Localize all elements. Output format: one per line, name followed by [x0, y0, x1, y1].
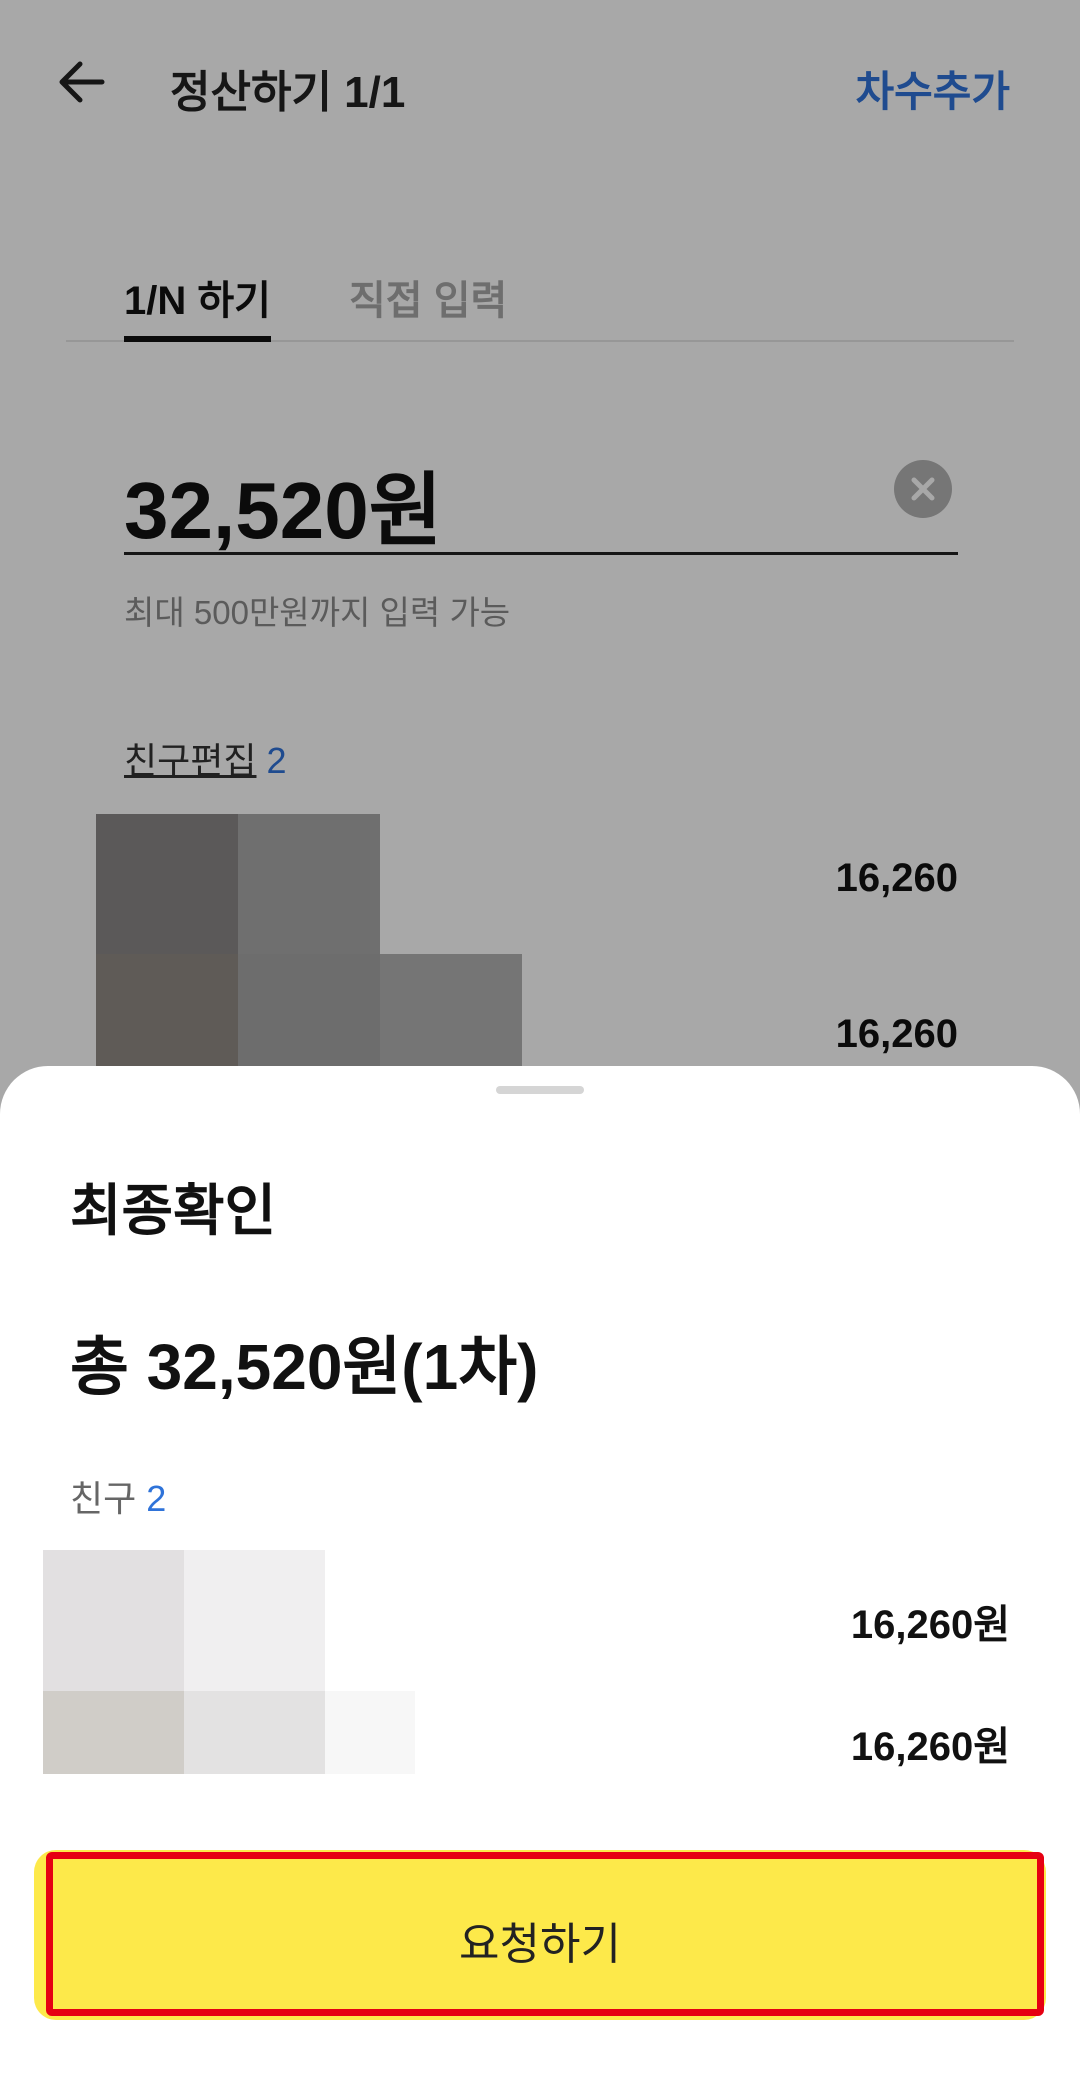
- friend-avatar-blurred: [43, 1550, 184, 1691]
- friend-amount: 16,260원: [850, 1603, 1010, 1647]
- friend-amount: 16,260원: [850, 1725, 1010, 1769]
- friend-name-blurred: [184, 1691, 325, 1774]
- highlight-annotation-box: [46, 1852, 1044, 2016]
- friends-heading: 친구 2: [70, 1470, 166, 1522]
- sheet-drag-handle[interactable]: [496, 1086, 584, 1094]
- friends-count: 2: [146, 1478, 167, 1519]
- friend-avatar-blurred: [43, 1691, 184, 1774]
- total-amount: 총 32,520원(1차): [70, 1331, 539, 1403]
- friend-name-blurred: [325, 1691, 415, 1774]
- friends-label: 친구: [70, 1478, 137, 1519]
- sheet-title: 최종확인: [70, 1179, 277, 1242]
- friend-name-blurred: [184, 1550, 325, 1691]
